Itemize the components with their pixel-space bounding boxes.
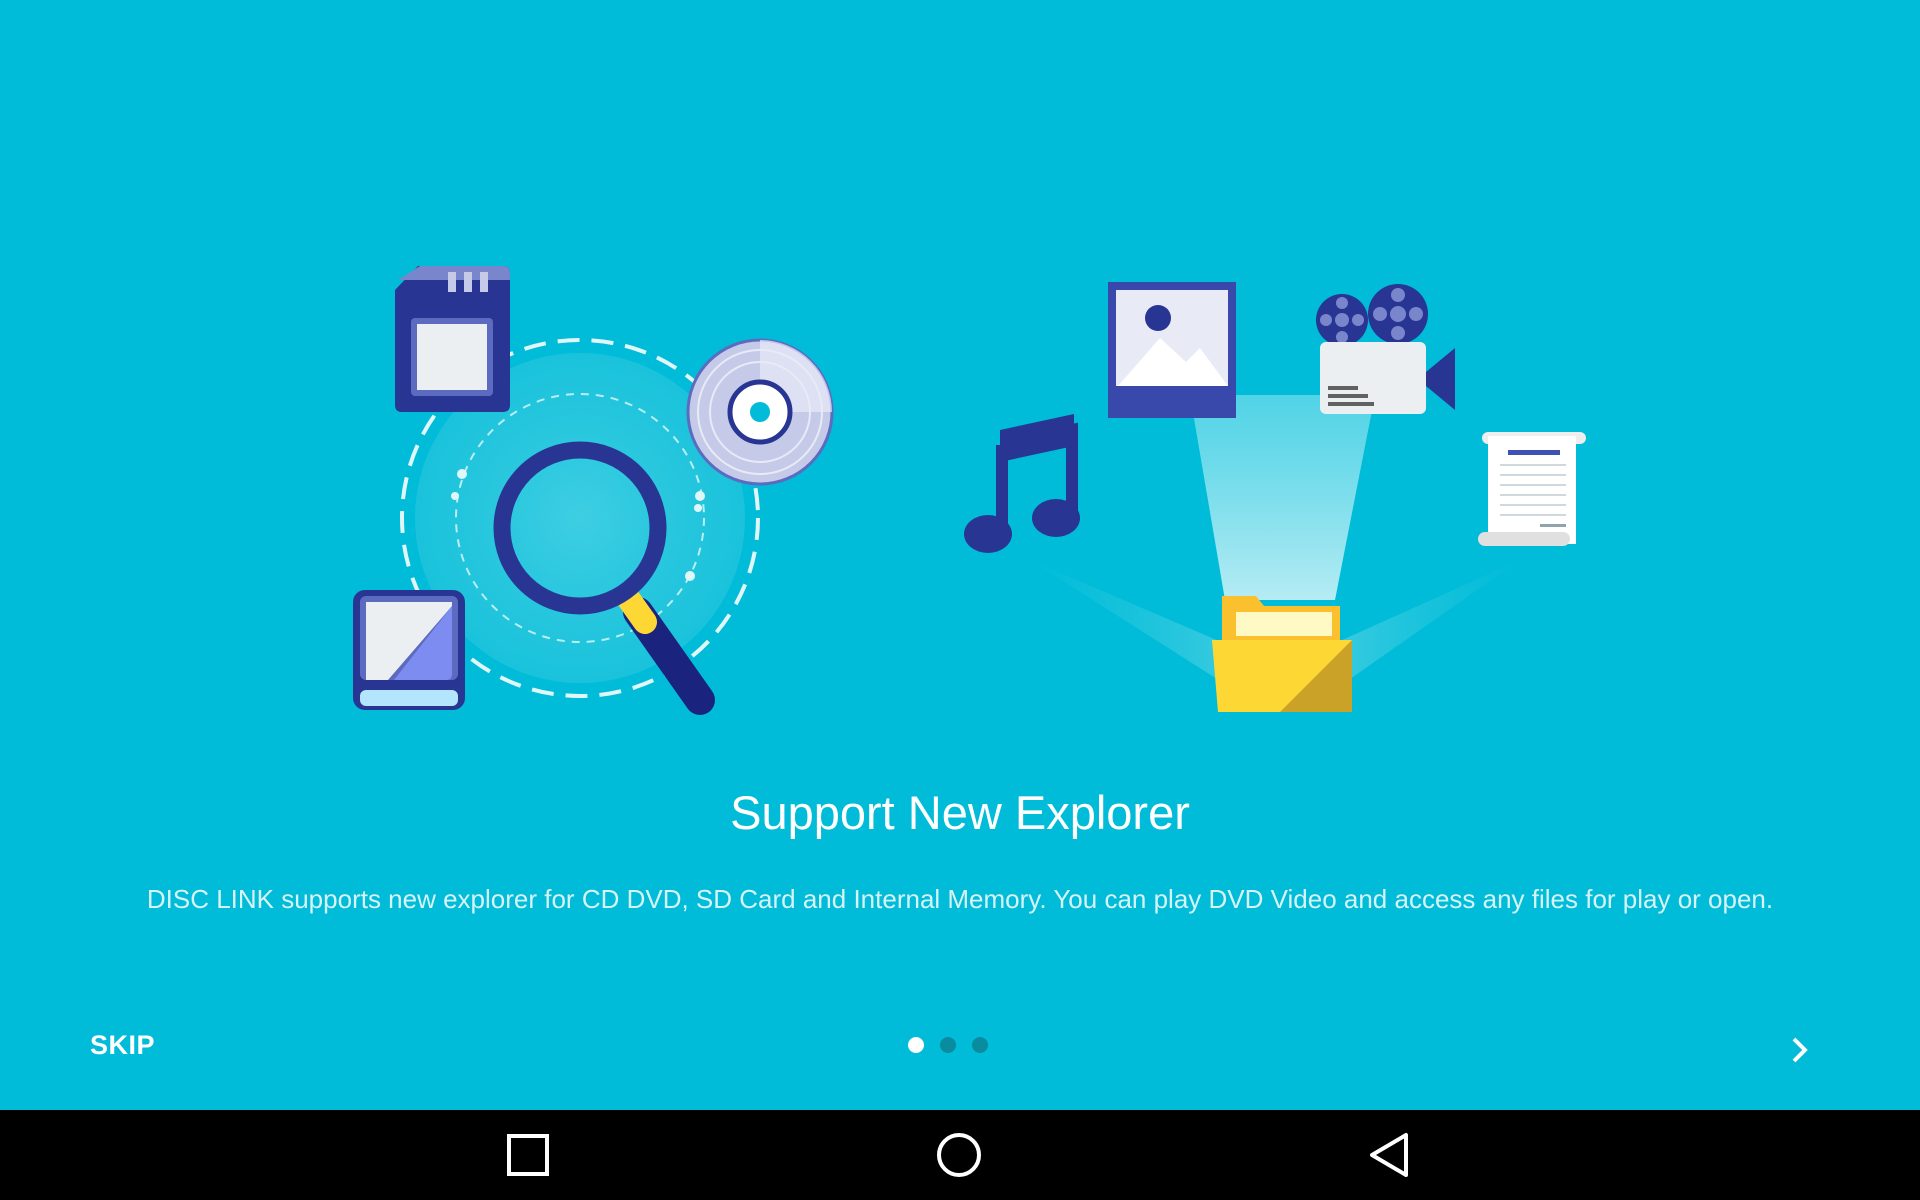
cd-disc-icon	[686, 338, 834, 486]
folder-icon	[1212, 596, 1352, 712]
system-navigation-bar	[0, 1110, 1920, 1200]
onboarding-description: DISC LINK supports new explorer for CD D…	[146, 884, 1774, 914]
recents-square-icon	[507, 1134, 549, 1176]
media-explorer-illustration	[964, 282, 1586, 712]
back-triangle-icon	[1370, 1133, 1408, 1177]
next-button[interactable]	[1780, 1030, 1820, 1070]
home-circle-icon	[937, 1133, 981, 1177]
onboarding-title: Support New Explorer	[730, 786, 1190, 839]
back-button[interactable]	[1359, 1130, 1419, 1180]
search-storage-illustration	[353, 266, 834, 715]
chevron-right-icon	[1792, 1037, 1808, 1063]
sd-card-icon	[395, 266, 510, 412]
page-dot-3[interactable]	[972, 1037, 988, 1053]
onboarding-illustration	[353, 266, 1586, 715]
page-dot-1[interactable]	[908, 1037, 924, 1053]
recents-button[interactable]	[498, 1130, 558, 1180]
page-indicator	[908, 1037, 988, 1053]
document-icon	[1478, 432, 1586, 546]
home-button[interactable]	[929, 1130, 989, 1180]
music-note-icon	[964, 414, 1080, 553]
image-icon	[1108, 282, 1236, 418]
skip-button[interactable]: SKIP	[90, 1030, 155, 1061]
video-camera-icon	[1316, 284, 1455, 414]
internal-storage-icon	[353, 590, 465, 710]
page-dot-2[interactable]	[940, 1037, 956, 1053]
onboarding-screen: Support New Explorer DISC LINK supports …	[0, 0, 1920, 1110]
